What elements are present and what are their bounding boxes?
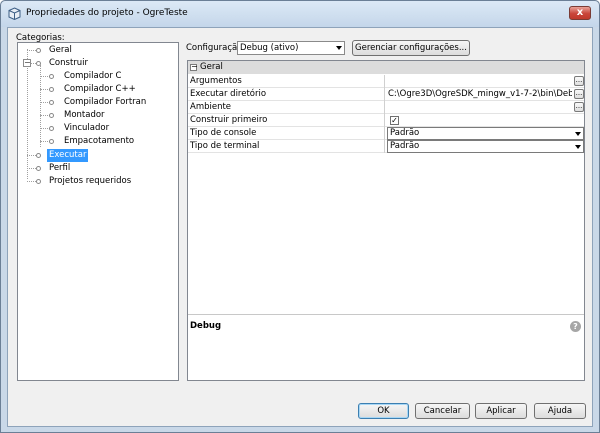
manage-configurations-button[interactable]: Gerenciar configurações... [352,40,470,56]
tree-item-perfil[interactable]: Perfil [18,162,72,175]
collapse-icon[interactable]: − [190,63,198,71]
cancel-button[interactable]: Cancelar [415,403,470,419]
node-icon [49,139,54,144]
property-row-tipo-de-console[interactable]: Tipo de console Padrão [188,127,584,140]
chevron-down-icon [336,46,342,50]
tree-item-empacotamento[interactable]: Empacotamento [18,135,136,148]
close-icon: x [576,7,584,18]
dialog-window: Propriedades do projeto - OgreTeste x Ca… [0,0,600,433]
chevron-down-icon [575,132,581,136]
node-icon [49,74,54,79]
property-value[interactable]: C:\Ogre3D\OgreSDK_mingw_v1-7-2\bin\Debug [388,88,572,101]
build-first-checkbox[interactable]: ✓ [390,116,399,125]
tree-item-compilador-fortran[interactable]: Compilador Fortran [18,96,148,109]
collapse-icon[interactable]: − [23,59,31,67]
help-icon[interactable]: ? [570,321,581,332]
description-divider[interactable] [188,314,584,315]
tree-item-projetos-requeridos[interactable]: Projetos requeridos [18,175,133,188]
categories-tree[interactable]: Geral − Construir Compilador C Compilado… [17,42,179,381]
node-icon [49,87,54,92]
property-row-construir-primeiro[interactable]: Construir primeiro ✓ [188,114,584,127]
help-button[interactable]: Ajuda [534,403,586,419]
node-icon [36,179,41,184]
tree-item-executar[interactable]: Executar [18,149,89,162]
node-icon [36,153,41,158]
node-icon [49,126,54,131]
configuration-select[interactable]: Debug (ativo) [237,41,345,55]
dialog-content: Categorias: Geral − Construir Compilador… [7,27,593,427]
console-type-select[interactable]: Padrão [387,127,584,140]
property-row-ambiente[interactable]: Ambiente ... [188,101,584,114]
node-icon [36,166,41,171]
description-title: Debug [190,321,222,331]
chevron-down-icon [575,145,581,149]
ok-button[interactable]: OK [358,403,409,419]
ellipsis-button[interactable]: ... [574,89,584,99]
ellipsis-button[interactable]: ... [574,76,584,86]
tree-item-compilador-cpp[interactable]: Compilador C++ [18,83,138,96]
tree-item-geral[interactable]: Geral [18,44,74,57]
node-icon [49,100,54,105]
property-row-argumentos[interactable]: Argumentos ... [188,75,584,88]
property-sheet: − Geral Argumentos ... Executar diretóri… [187,60,585,381]
title-bar[interactable]: Propriedades do projeto - OgreTeste x [1,1,599,27]
property-row-tipo-de-terminal[interactable]: Tipo de terminal Padrão [188,140,584,153]
cube-icon [8,7,21,20]
terminal-type-select[interactable]: Padrão [387,140,584,153]
tree-item-montador[interactable]: Montador [18,109,107,122]
node-icon [36,48,41,53]
tree-item-construir[interactable]: − Construir [18,57,90,70]
check-icon: ✓ [391,116,398,125]
close-button[interactable]: x [569,6,591,20]
tree-item-compilador-c[interactable]: Compilador C [18,70,123,83]
window-title: Propriedades do projeto - OgreTeste [26,8,188,18]
tree-item-vinculador[interactable]: Vinculador [18,122,111,135]
property-row-executar-diretorio[interactable]: Executar diretório C:\Ogre3D\OgreSDK_min… [188,88,584,101]
ellipsis-button[interactable]: ... [574,102,584,112]
property-value[interactable] [388,75,572,88]
apply-button[interactable]: Aplicar [475,403,527,419]
configuration-value: Debug (ativo) [240,43,299,53]
property-value[interactable] [388,101,572,114]
property-category-geral[interactable]: − Geral [188,61,584,74]
node-icon [36,61,41,66]
node-icon [49,113,54,118]
